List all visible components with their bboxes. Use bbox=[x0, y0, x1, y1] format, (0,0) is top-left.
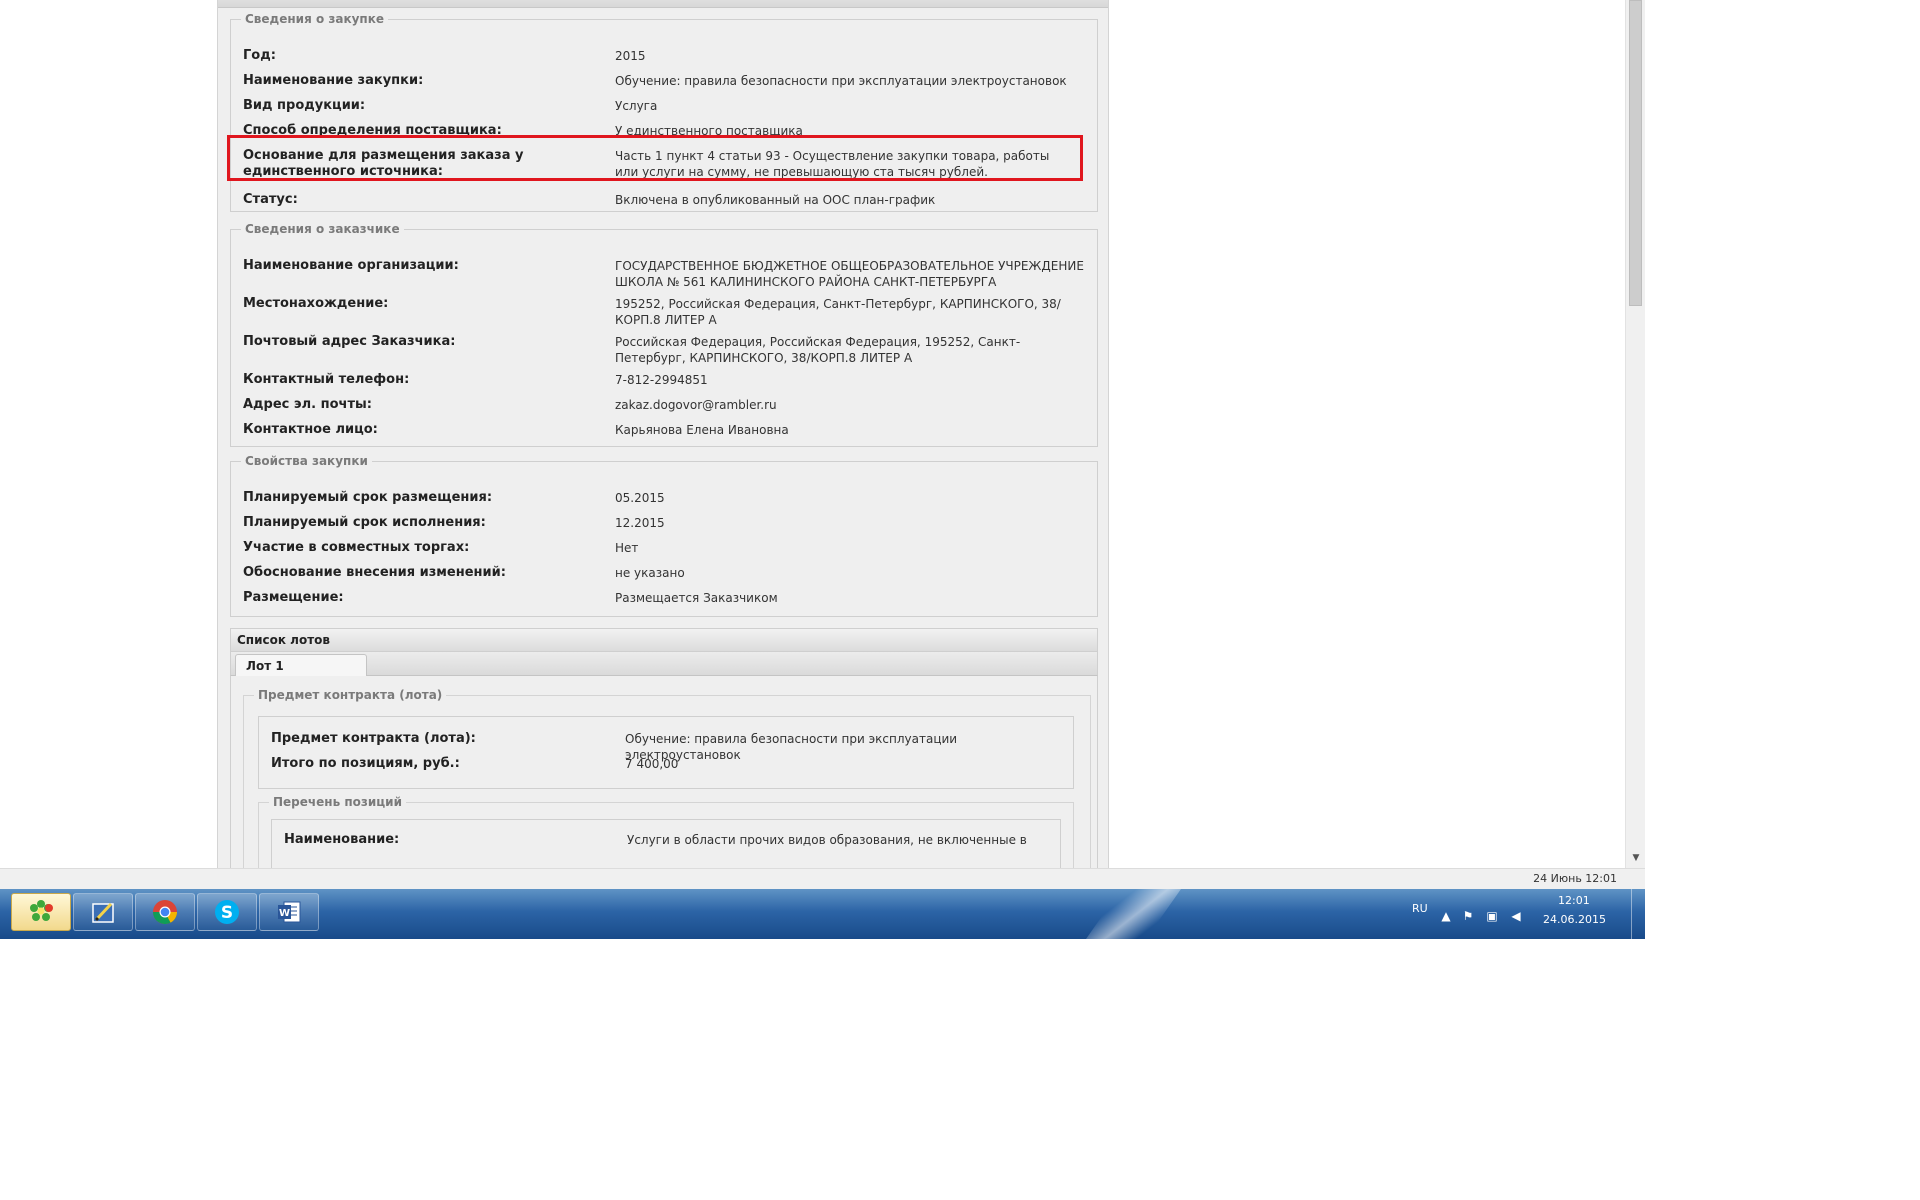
purchase-props-group: Свойства закупки Планируемый срок размещ… bbox=[230, 454, 1098, 617]
field-value: Обучение: правила безопасности при экспл… bbox=[615, 74, 1067, 88]
tab-lot-1[interactable]: Лот 1 bbox=[235, 654, 367, 676]
purchase-info-legend: Сведения о закупке bbox=[245, 12, 384, 26]
field-label: Предмет контракта (лота): bbox=[271, 731, 476, 746]
field-value: zakaz.dogovor@rambler.ru bbox=[615, 398, 777, 412]
status-bar: 24 Июнь 12:01 bbox=[0, 868, 1645, 889]
field-label: Почтовый адрес Заказчика: bbox=[243, 334, 456, 349]
clock-time[interactable]: 12:01 bbox=[1558, 894, 1590, 907]
chrome-icon bbox=[153, 900, 177, 925]
contract-subject-legend: Предмет контракта (лота) bbox=[258, 688, 443, 702]
field-label: Планируемый срок размещения: bbox=[243, 490, 493, 505]
lot-content: Предмет контракта (лота) Предмет контрак… bbox=[230, 676, 1098, 868]
field-value: Нет bbox=[615, 541, 639, 555]
field-label: Вид продукции: bbox=[243, 98, 366, 113]
status-datetime: 24 Июнь 12:01 bbox=[1533, 872, 1617, 885]
taskbar-glare bbox=[1071, 889, 1189, 939]
field-value: 195252, Российская Федерация, Санкт-Пете… bbox=[615, 297, 1061, 327]
field-label: Наименование закупки: bbox=[243, 73, 424, 88]
scrollbar-thumb[interactable] bbox=[1629, 0, 1642, 306]
customer-info-legend: Сведения о заказчике bbox=[245, 222, 400, 236]
field-label: Контактное лицо: bbox=[243, 422, 378, 437]
field-label: Наименование: bbox=[284, 832, 400, 847]
show-hidden-icons-arrow-icon[interactable]: ▲ bbox=[1438, 909, 1454, 923]
field-label: Наименование организации: bbox=[243, 258, 459, 273]
show-desktop-button[interactable] bbox=[1631, 889, 1645, 939]
panel-title: Просмотр закупки bbox=[218, 0, 1108, 8]
purchase-view-panel: Просмотр закупки Сведения о закупке Год:… bbox=[217, 0, 1109, 868]
taskbar-app-pen[interactable] bbox=[73, 893, 133, 931]
skype-icon: S bbox=[215, 900, 239, 924]
field-value: ГОСУДАРСТВЕННОЕ БЮДЖЕТНОЕ ОБЩЕОБРАЗОВАТЕ… bbox=[615, 259, 1084, 289]
icq-flower-icon bbox=[30, 900, 53, 921]
field-value: Российская Федерация, Российская Федерац… bbox=[615, 335, 1021, 365]
taskbar-app-chrome[interactable] bbox=[135, 893, 195, 931]
page-area: Просмотр закупки Сведения о закупке Год:… bbox=[0, 0, 1625, 868]
field-label: Статус: bbox=[243, 192, 298, 207]
field-value: Карьянова Елена Ивановна bbox=[615, 423, 789, 437]
field-value: Размещается Заказчиком bbox=[615, 591, 778, 605]
word-icon: W bbox=[278, 901, 301, 923]
field-label: Год: bbox=[243, 48, 276, 63]
field-value: Услуга bbox=[615, 99, 658, 113]
taskbar-app-icq[interactable] bbox=[11, 893, 71, 931]
field-label: Участие в совместных торгах: bbox=[243, 540, 470, 555]
lots-tabbar: Лот 1 bbox=[230, 652, 1098, 676]
field-value: Услуги в области прочих видов образовани… bbox=[627, 833, 1027, 847]
field-label: Местонахождение: bbox=[243, 296, 389, 311]
contract-subject-group: Предмет контракта (лота) Предмет контрак… bbox=[243, 688, 1091, 868]
windows-taskbar: S W RU ▲ ⚑ ▣ ◀ 12:01 24.06.2015 bbox=[0, 889, 1645, 939]
purchase-info-group: Сведения о закупке Год: 2015 Наименовани… bbox=[230, 12, 1098, 212]
field-label: Адрес эл. почты: bbox=[243, 397, 372, 412]
positions-list-group: Перечень позиций Наименование: Услуги в … bbox=[258, 795, 1074, 868]
volume-icon[interactable]: ◀ bbox=[1508, 909, 1524, 923]
purchase-props-legend: Свойства закупки bbox=[245, 454, 368, 468]
field-label: Контактный телефон: bbox=[243, 372, 410, 387]
contract-subject-box: Предмет контракта (лота): Обучение: прав… bbox=[258, 716, 1074, 789]
vertical-scrollbar[interactable]: ▼ bbox=[1625, 0, 1645, 868]
field-value: 05.2015 bbox=[615, 491, 665, 505]
field-value: 7-812-2994851 bbox=[615, 373, 708, 387]
field-value: не указано bbox=[615, 566, 685, 580]
field-value: 7 400,00 bbox=[625, 757, 679, 771]
positions-list-legend: Перечень позиций bbox=[273, 795, 402, 809]
taskbar-app-skype[interactable]: S bbox=[197, 893, 257, 931]
pen-app-icon bbox=[92, 902, 114, 923]
field-value: 2015 bbox=[615, 49, 646, 63]
field-value: Включена в опубликованный на ООС план-гр… bbox=[615, 193, 936, 207]
field-label: Обоснование внесения изменений: bbox=[243, 565, 506, 580]
svg-text:S: S bbox=[221, 903, 233, 923]
action-center-flag-icon[interactable]: ⚑ bbox=[1460, 909, 1476, 923]
highlight-annotation-box bbox=[227, 135, 1083, 181]
lots-list-header: Список лотов bbox=[230, 628, 1098, 652]
screen: Просмотр закупки Сведения о закупке Год:… bbox=[0, 0, 1645, 939]
customer-info-group: Сведения о заказчике Наименование органи… bbox=[230, 222, 1098, 447]
svg-text:W: W bbox=[279, 908, 290, 919]
clock-date[interactable]: 24.06.2015 bbox=[1543, 913, 1606, 926]
language-indicator[interactable]: RU bbox=[1412, 902, 1428, 915]
field-label: Размещение: bbox=[243, 590, 344, 605]
scroll-down-arrow-icon[interactable]: ▼ bbox=[1630, 852, 1642, 864]
field-value: 12.2015 bbox=[615, 516, 665, 530]
field-label: Планируемый срок исполнения: bbox=[243, 515, 486, 530]
field-label: Итого по позициям, руб.: bbox=[271, 756, 460, 771]
network-icon[interactable]: ▣ bbox=[1484, 909, 1500, 923]
taskbar-app-word[interactable]: W bbox=[259, 893, 319, 931]
field-value: Обучение: правила безопасности при экспл… bbox=[625, 732, 958, 762]
position-box: Наименование: Услуги в области прочих ви… bbox=[271, 819, 1061, 868]
